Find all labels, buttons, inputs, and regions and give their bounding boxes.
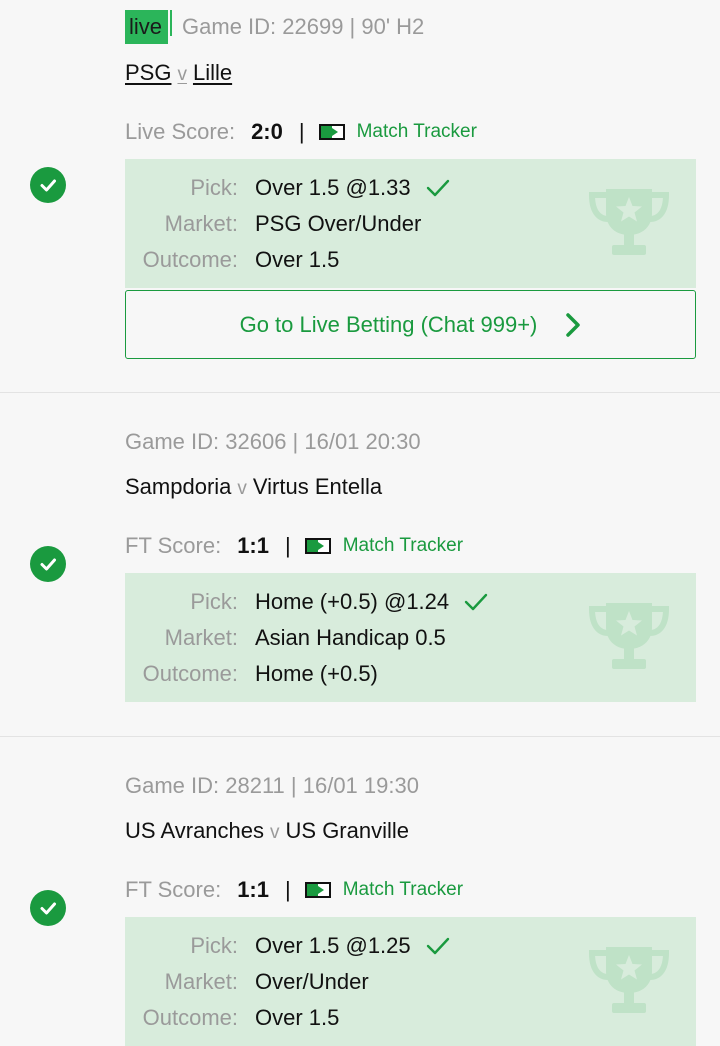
pick-label: Pick: [190,933,238,958]
home-team: US Avranches [125,818,265,843]
game-info: Game ID: 32606 | 16/01 20:30 [125,429,421,454]
market-row: Market: Asian Handicap 0.5 [125,623,446,653]
outcome-row: Outcome: Home (+0.5) [125,659,378,689]
bet-card: Game ID: 28211 | 16/01 19:30 US Avranche… [0,737,720,1046]
checkmark-icon [425,178,451,198]
outcome-row: Outcome: Over 1.5 [125,1003,340,1033]
checkmark-icon [425,936,451,956]
match-tracker-icon[interactable] [304,882,331,898]
market-value: Asian Handicap 0.5 [255,625,446,650]
pick-row: Pick: Over 1.5 @1.33 [125,173,451,203]
match-teams: Sampdoria v Virtus Entella [125,474,382,500]
match-tracker-link[interactable]: Match Tracker [343,879,463,901]
game-info: Game ID: 28211 | 16/01 19:30 [125,773,419,798]
outcome-value: Over 1.5 [255,247,340,272]
market-row: Market: PSG Over/Under [125,209,422,239]
score-label: Live Score: [125,119,236,144]
outcome-value: Home (+0.5) [255,661,378,686]
outcome-row: Outcome: Over 1.5 [125,245,340,275]
pick-details: Pick: Home (+0.5) @1.24 Market: Asian Ha… [125,573,696,702]
outcome-label: Outcome: [142,1005,238,1030]
pick-label: Pick: [190,589,238,614]
market-row: Market: Over/Under [125,967,369,997]
score-divider: | [298,119,305,144]
match-tracker-link[interactable]: Match Tracker [343,535,463,557]
versus-separator: v [270,822,280,843]
chevron-right-icon [565,312,581,338]
game-info: Game ID: 22699 | 90' H2 [182,14,425,39]
pick-value: Over 1.5 @1.25 [255,933,451,959]
market-label: Market: [164,969,238,994]
live-badge: live [125,10,173,44]
pick-label: Pick: [190,175,238,200]
score-row: FT Score: 1:1 | Match Tracker [125,533,463,559]
pick-text: Over 1.5 @1.33 [255,175,411,200]
match-teams-link[interactable]: PSG v Lille [125,60,232,86]
score-value: 1:1 [237,877,269,902]
score-row: Live Score: 2:0 | Match Tracker [125,119,477,145]
check-circle-icon [30,890,66,926]
versus-separator: v [177,64,187,85]
pick-row: Pick: Over 1.5 @1.25 [125,931,451,961]
score-divider: | [284,877,291,902]
outcome-label: Outcome: [142,247,238,272]
away-team: US Granville [285,818,409,843]
trophy-star-icon [584,183,674,268]
check-circle-icon [30,167,66,203]
pick-value: Home (+0.5) @1.24 [255,589,489,615]
outcome-value: Over 1.5 [255,1005,340,1030]
pick-text: Over 1.5 @1.25 [255,933,411,958]
home-team: PSG [125,60,172,85]
check-circle-icon [30,546,66,582]
game-header: Game ID: 28211 | 16/01 19:30 [125,773,419,799]
pick-text: Home (+0.5) @1.24 [255,589,450,614]
trophy-star-icon [584,597,674,682]
versus-separator: v [237,478,247,499]
bet-card: Game ID: 32606 | 16/01 20:30 Sampdoria v… [0,393,720,737]
live-betting-label: Go to Live Betting (Chat 999+) [239,311,538,337]
market-value: PSG Over/Under [255,211,422,236]
market-label: Market: [164,625,238,650]
checkmark-icon [463,592,489,612]
pick-row: Pick: Home (+0.5) @1.24 [125,587,489,617]
score-value: 2:0 [251,119,283,144]
home-team: Sampdoria [125,474,232,499]
away-team: Virtus Entella [252,474,383,499]
score-row: FT Score: 1:1 | Match Tracker [125,877,463,903]
trophy-star-icon [584,941,674,1026]
game-header: Game ID: 32606 | 16/01 20:30 [125,429,421,455]
outcome-label: Outcome: [142,661,238,686]
live-betting-button[interactable]: Go to Live Betting (Chat 999+) [125,290,696,359]
market-label: Market: [164,211,238,236]
pick-details: Pick: Over 1.5 @1.33 Market: PSG Over/Un… [125,159,696,288]
pick-value: Over 1.5 @1.33 [255,175,451,201]
score-value: 1:1 [237,533,269,558]
market-value: Over/Under [255,969,369,994]
match-tracker-icon[interactable] [304,538,331,554]
game-header: live Game ID: 22699 | 90' H2 [125,10,424,44]
away-team: Lille [192,60,233,85]
pick-details: Pick: Over 1.5 @1.25 Market: Over/Under … [125,917,696,1046]
match-teams: US Avranches v US Granville [125,818,409,844]
score-label: FT Score: [125,877,222,902]
bet-card: live Game ID: 22699 | 90' H2 PSG v Lille… [0,0,720,393]
score-label: FT Score: [125,533,222,558]
score-divider: | [284,533,291,558]
match-tracker-link[interactable]: Match Tracker [357,121,477,143]
match-tracker-icon[interactable] [318,124,345,140]
